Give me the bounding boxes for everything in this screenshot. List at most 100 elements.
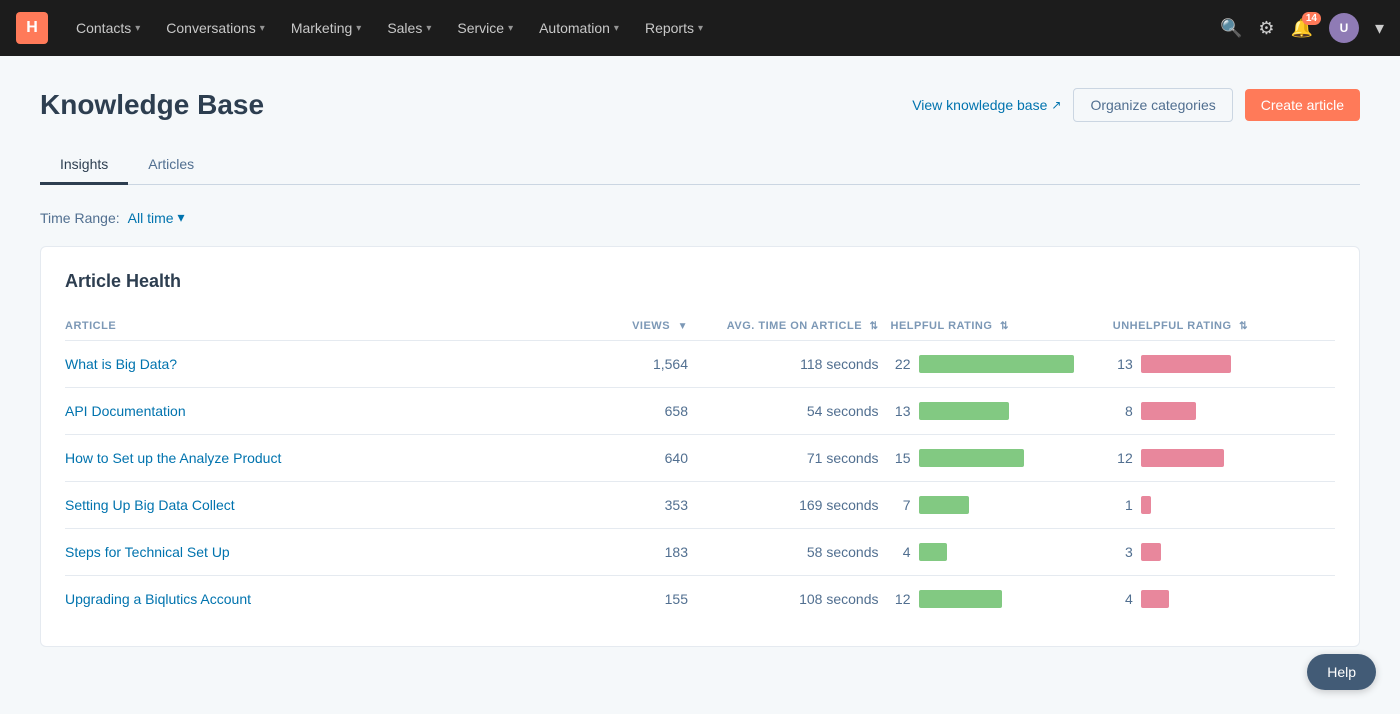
article-link[interactable]: What is Big Data? — [65, 356, 177, 372]
notifications-button[interactable]: 🔔 14 — [1291, 18, 1313, 39]
time-range-dropdown[interactable]: All time ▾ — [128, 209, 185, 226]
chevron-down-icon: ▾ — [135, 23, 140, 34]
helpful-rating-cell: 22 — [891, 341, 1113, 388]
nav-automation[interactable]: Automation ▾ — [527, 12, 631, 44]
unhelpful-count: 13 — [1113, 356, 1133, 372]
sort-icon[interactable]: ▼ — [678, 321, 688, 332]
tab-insights[interactable]: Insights — [40, 146, 128, 185]
avg-time-cell: 71 seconds — [700, 435, 891, 482]
search-icon[interactable]: 🔍 — [1220, 18, 1242, 39]
article-link[interactable]: API Documentation — [65, 403, 186, 419]
unhelpful-bar — [1141, 355, 1231, 373]
sort-icon[interactable]: ⇅ — [1239, 321, 1248, 332]
unhelpful-bar — [1141, 449, 1224, 467]
unhelpful-bar — [1141, 543, 1161, 561]
chevron-down-icon: ▾ — [614, 23, 619, 34]
unhelpful-count: 12 — [1113, 450, 1133, 466]
helpful-bar — [919, 496, 969, 514]
unhelpful-rating-cell: 3 — [1113, 529, 1335, 576]
nav-sales[interactable]: Sales ▾ — [375, 12, 443, 44]
unhelpful-count: 3 — [1113, 544, 1133, 560]
helpful-rating-cell: 13 — [891, 388, 1113, 435]
nav-items: Contacts ▾ Conversations ▾ Marketing ▾ S… — [64, 12, 1216, 44]
helpful-bar — [919, 543, 947, 561]
views-cell: 353 — [573, 482, 700, 529]
external-link-icon: ↗ — [1051, 98, 1061, 112]
helpful-count: 13 — [891, 403, 911, 419]
unhelpful-rating-cell: 8 — [1113, 388, 1335, 435]
time-range-label: Time Range: — [40, 210, 120, 226]
article-link[interactable]: Upgrading a Biqlutics Account — [65, 591, 251, 607]
help-button[interactable]: Help — [1307, 654, 1376, 690]
chevron-down-icon: ▾ — [356, 23, 361, 34]
col-header-article: Article — [65, 312, 573, 341]
article-health-table: Article Views ▼ Avg. Time On Article ⇅ H… — [65, 312, 1335, 622]
table-row: API Documentation 658 54 seconds 13 8 — [65, 388, 1335, 435]
notification-count: 14 — [1302, 12, 1321, 25]
article-health-card: Article Health Article Views ▼ Avg. Time… — [40, 246, 1360, 647]
chevron-down-icon: ▾ — [426, 23, 431, 34]
header-actions: View knowledge base ↗ Organize categorie… — [912, 88, 1360, 122]
nav-conversations[interactable]: Conversations ▾ — [154, 12, 277, 44]
page-header: Knowledge Base View knowledge base ↗ Org… — [40, 88, 1360, 122]
tabs: Insights Articles — [40, 146, 1360, 185]
unhelpful-bar — [1141, 402, 1196, 420]
article-cell: What is Big Data? — [65, 341, 573, 388]
nav-reports[interactable]: Reports ▾ — [633, 12, 715, 44]
sort-icon[interactable]: ⇅ — [1000, 321, 1009, 332]
page-content: Knowledge Base View knowledge base ↗ Org… — [0, 56, 1400, 714]
article-link[interactable]: Setting Up Big Data Collect — [65, 497, 235, 513]
nav-service[interactable]: Service ▾ — [445, 12, 525, 44]
col-header-unhelpful: Unhelpful Rating ⇅ — [1113, 312, 1335, 341]
helpful-rating-cell: 4 — [891, 529, 1113, 576]
table-row: Steps for Technical Set Up 183 58 second… — [65, 529, 1335, 576]
account-chevron-icon[interactable]: ▾ — [1375, 18, 1384, 39]
nav-right-actions: 🔍 ⚙ 🔔 14 U ▾ — [1220, 13, 1384, 43]
helpful-bar — [919, 402, 1009, 420]
create-article-button[interactable]: Create article — [1245, 89, 1360, 121]
unhelpful-bar — [1141, 496, 1151, 514]
chevron-down-icon: ▾ — [178, 209, 185, 226]
avg-time-cell: 108 seconds — [700, 576, 891, 623]
helpful-bar — [919, 590, 1002, 608]
settings-icon[interactable]: ⚙ — [1258, 18, 1274, 39]
unhelpful-rating-cell: 13 — [1113, 341, 1335, 388]
sort-icon[interactable]: ⇅ — [870, 321, 879, 332]
table-row: Setting Up Big Data Collect 353 169 seco… — [65, 482, 1335, 529]
hubspot-logo[interactable]: H — [16, 12, 48, 44]
col-header-views: Views ▼ — [573, 312, 700, 341]
article-cell: Steps for Technical Set Up — [65, 529, 573, 576]
views-cell: 183 — [573, 529, 700, 576]
article-link[interactable]: How to Set up the Analyze Product — [65, 450, 281, 466]
avatar[interactable]: U — [1329, 13, 1359, 43]
unhelpful-count: 1 — [1113, 497, 1133, 513]
chevron-down-icon: ▾ — [508, 23, 513, 34]
table-row: Upgrading a Biqlutics Account 155 108 se… — [65, 576, 1335, 623]
helpful-count: 4 — [891, 544, 911, 560]
unhelpful-count: 8 — [1113, 403, 1133, 419]
article-cell: How to Set up the Analyze Product — [65, 435, 573, 482]
organize-categories-button[interactable]: Organize categories — [1073, 88, 1232, 122]
chevron-down-icon: ▾ — [698, 23, 703, 34]
views-cell: 658 — [573, 388, 700, 435]
helpful-bar — [919, 449, 1024, 467]
card-title: Article Health — [65, 271, 1335, 292]
unhelpful-count: 4 — [1113, 591, 1133, 607]
article-cell: Setting Up Big Data Collect — [65, 482, 573, 529]
helpful-count: 15 — [891, 450, 911, 466]
helpful-count: 22 — [891, 356, 911, 372]
nav-contacts[interactable]: Contacts ▾ — [64, 12, 152, 44]
helpful-rating-cell: 7 — [891, 482, 1113, 529]
unhelpful-rating-cell: 12 — [1113, 435, 1335, 482]
avg-time-cell: 54 seconds — [700, 388, 891, 435]
article-link[interactable]: Steps for Technical Set Up — [65, 544, 230, 560]
table-row: What is Big Data? 1,564 118 seconds 22 1… — [65, 341, 1335, 388]
chevron-down-icon: ▾ — [260, 23, 265, 34]
view-knowledge-base-link[interactable]: View knowledge base ↗ — [912, 97, 1061, 113]
helpful-rating-cell: 12 — [891, 576, 1113, 623]
helpful-bar — [919, 355, 1074, 373]
article-cell: Upgrading a Biqlutics Account — [65, 576, 573, 623]
unhelpful-rating-cell: 1 — [1113, 482, 1335, 529]
nav-marketing[interactable]: Marketing ▾ — [279, 12, 374, 44]
tab-articles[interactable]: Articles — [128, 146, 214, 185]
